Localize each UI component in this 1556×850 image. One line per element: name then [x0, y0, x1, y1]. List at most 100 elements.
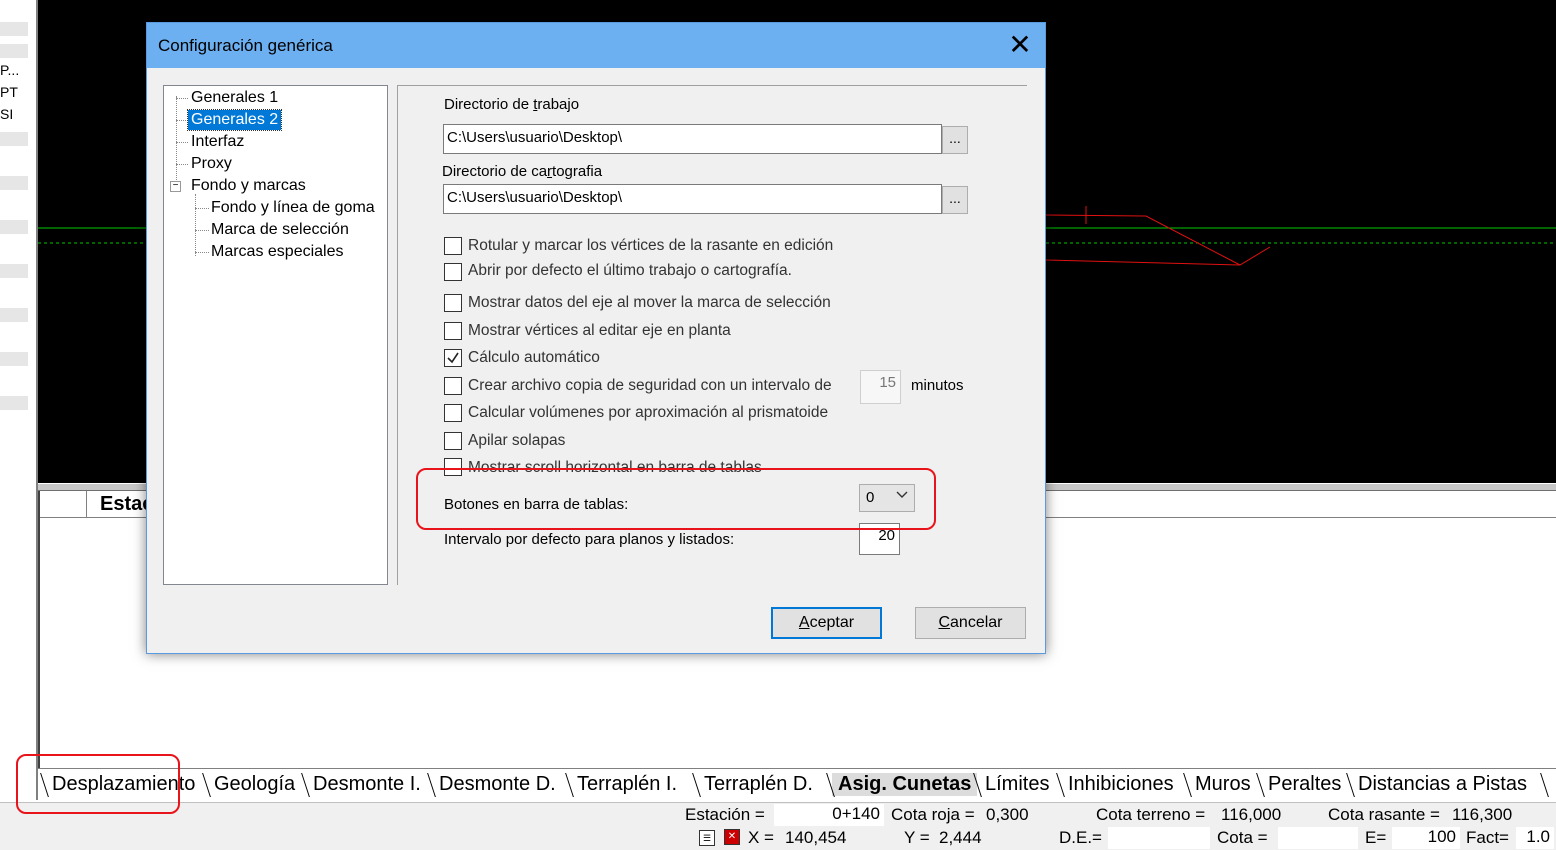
browse-cartografia-button[interactable]: ...: [942, 186, 968, 214]
cota-value: [1278, 827, 1358, 849]
cota-roja-value: 0,300: [986, 805, 1029, 824]
mostrar-datos-eje-label: Mostrar datos del eje al mover la marca …: [468, 294, 831, 311]
tab-desmonte-i[interactable]: Desmonte I.: [307, 773, 427, 796]
tree-item-interfaz[interactable]: Interfaz: [188, 132, 247, 152]
volumenes-prismatoide-checkbox[interactable]: [444, 404, 462, 422]
y-value: 2,444: [939, 828, 982, 847]
close-icon[interactable]: ✕: [1003, 29, 1037, 61]
directorio-cartografia-input[interactable]: C:\Users\usuario\Desktop\: [443, 184, 942, 214]
mostrar-vertices-label: Mostrar vértices al editar eje en planta: [468, 322, 731, 339]
intervalo-copia-input: 15: [860, 370, 901, 404]
de-value: [1108, 827, 1210, 849]
tab-terraplen-i[interactable]: Terraplén I.: [571, 773, 683, 796]
configuracion-generica-dialog: Configuración genérica ✕ − Generales 1 G…: [146, 22, 1046, 654]
table-corner: [42, 491, 87, 517]
mostrar-vertices-checkbox[interactable]: [444, 322, 462, 340]
volumenes-prismatoide-label: Calcular volúmenes por aproximación al p…: [468, 404, 829, 421]
row-stripe: [0, 220, 28, 234]
directorio-trabajo-input[interactable]: C:\Users\usuario\Desktop\: [443, 124, 942, 154]
cota-terreno-value: 116,000: [1221, 805, 1282, 824]
directorio-cartografia-label: Directorio de cartografia: [442, 163, 603, 180]
left-label: P...: [0, 62, 20, 78]
row-stripe: [0, 396, 28, 410]
calculo-automatico-checkbox[interactable]: [444, 349, 462, 367]
row-stripe: [0, 176, 28, 190]
abrir-ultimo-trabajo-checkbox[interactable]: [444, 263, 462, 281]
row-stripe: [0, 308, 28, 322]
tree-line: [195, 194, 196, 256]
status-bar-top: Estación = 0+140 Cota roja = 0,300 Cota …: [0, 802, 1556, 827]
tree-item-fondo-linea-goma[interactable]: Fondo y línea de goma: [208, 198, 378, 218]
tree-line: [176, 142, 188, 143]
de-label: D.E.=: [1059, 828, 1102, 847]
tree-line: [176, 96, 177, 186]
tree-item-generales-1[interactable]: Generales 1: [188, 88, 281, 108]
collapse-icon[interactable]: −: [170, 181, 181, 192]
y-label: Y =: [904, 828, 930, 847]
dialog-title-bar[interactable]: Configuración genérica ✕: [147, 23, 1045, 68]
tree-line: [195, 208, 209, 209]
tables-tab-bar: Desplazamiento Geología Desmonte I. Desm…: [38, 768, 1556, 803]
estacion-value: 0+140: [774, 804, 884, 826]
tree-line: [176, 164, 188, 165]
tree-item-generales-2[interactable]: Generales 2: [186, 109, 283, 131]
tree-item-marca-seleccion[interactable]: Marca de selección: [208, 220, 352, 240]
copia-seguridad-label: Crear archivo copia de seguridad con un …: [468, 377, 832, 394]
rotular-vertices-label: Rotular y marcar los vértices de la rasa…: [468, 237, 834, 254]
e-label: E=: [1365, 828, 1387, 847]
x-value: 140,454: [785, 828, 847, 847]
calculo-automatico-label: Cálculo automático: [468, 349, 600, 366]
close-red-icon[interactable]: ✕: [724, 829, 740, 845]
row-stripe: [0, 44, 28, 58]
dialog-title: Configuración genérica: [158, 36, 333, 55]
left-label: SI: [0, 106, 14, 122]
cancelar-button[interactable]: Cancelar: [915, 607, 1026, 639]
status-bar-bottom: ☰ ✕ X = 140,454 Y = 2,444 D.E.= Cota = E…: [0, 826, 1556, 850]
tab-muros[interactable]: Muros: [1189, 773, 1257, 796]
cota-rasante-label: Cota rasante =: [1328, 805, 1440, 824]
rotular-vertices-checkbox[interactable]: [444, 237, 462, 255]
cota-roja-label: Cota roja =: [891, 805, 975, 824]
tree-line: [195, 252, 209, 253]
minutos-label: minutos: [911, 377, 964, 394]
fact-value: 1.0: [1516, 827, 1554, 849]
mostrar-datos-eje-checkbox[interactable]: [444, 294, 462, 312]
row-stripe: [0, 264, 28, 278]
left-label: PT: [0, 84, 18, 100]
settings-tree: − Generales 1 Generales 2 Interfaz Proxy…: [163, 85, 388, 585]
aceptar-button[interactable]: Aceptar: [771, 607, 882, 639]
tree-item-fondo-y-marcas[interactable]: Fondo y marcas: [188, 176, 309, 196]
tab-desmonte-d[interactable]: Desmonte D.: [433, 773, 562, 796]
cota-rasante-value: 116,300: [1452, 805, 1513, 824]
copia-seguridad-checkbox[interactable]: [444, 377, 462, 395]
apilar-solapas-checkbox[interactable]: [444, 432, 462, 450]
x-label: X =: [748, 828, 774, 847]
estacion-label: Estación =: [685, 805, 765, 824]
tab-limites[interactable]: Límites: [979, 773, 1055, 796]
directorio-trabajo-label: Directorio de trabajo: [444, 96, 580, 113]
list-icon[interactable]: ☰: [699, 830, 715, 846]
left-side-panel: P... PT SI: [0, 0, 28, 410]
checkmark-icon: [447, 352, 459, 364]
tab-asig-cunetas[interactable]: Asig. Cunetas: [832, 773, 978, 796]
tab-separator: [1540, 773, 1550, 797]
row-stripe: [0, 352, 28, 366]
tree-item-marcas-especiales[interactable]: Marcas especiales: [208, 242, 347, 262]
e-value: 100: [1392, 827, 1460, 849]
profile-line: [1045, 214, 1271, 266]
tab-geologia[interactable]: Geología: [208, 773, 301, 796]
terrain-line: [1045, 259, 1241, 266]
cota-label: Cota =: [1217, 828, 1268, 847]
browse-trabajo-button[interactable]: ...: [942, 126, 968, 154]
tab-inhibiciones[interactable]: Inhibiciones: [1062, 773, 1180, 796]
fact-label: Fact=: [1466, 828, 1509, 847]
tree-line: [176, 120, 188, 121]
tree-item-proxy[interactable]: Proxy: [188, 154, 235, 174]
tab-terraplen-d[interactable]: Terraplén D.: [698, 773, 819, 796]
tab-distancias-a-pistas[interactable]: Distancias a Pistas: [1352, 773, 1533, 796]
row-stripe: [0, 132, 28, 146]
tree-line: [176, 98, 188, 99]
tab-peraltes[interactable]: Peraltes: [1262, 773, 1347, 796]
highlight-desplazamiento-tab: [16, 754, 180, 814]
apilar-solapas-label: Apilar solapas: [468, 432, 566, 449]
